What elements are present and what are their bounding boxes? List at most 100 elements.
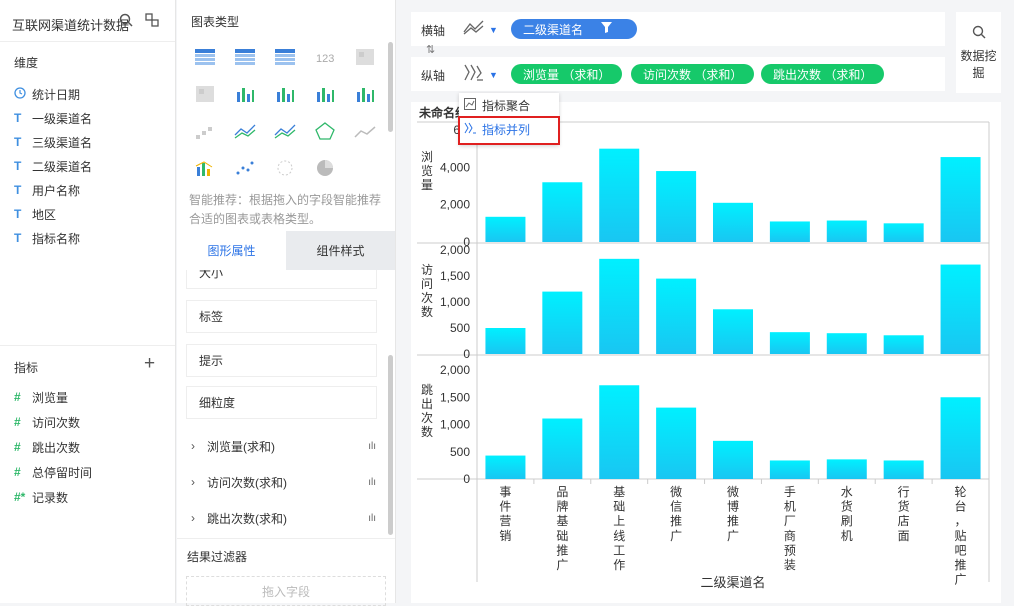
number-type-icon: #* xyxy=(14,490,26,504)
grouped-bar-icon[interactable] xyxy=(274,84,296,104)
smart-hint: 智能推荐：根据拖入的字段智能推荐合适的图表或表格类型。 xyxy=(189,193,382,226)
y-field-pill-bounces[interactable]: 跳出次数 （求和） xyxy=(761,64,885,84)
bar[interactable] xyxy=(826,459,867,479)
measure-row-visits[interactable]: › 访问次数(求和) ılı xyxy=(191,472,376,492)
data-mining-button[interactable]: 数据挖掘 xyxy=(956,12,1001,93)
area-line-icon[interactable] xyxy=(274,121,296,141)
pie-icon[interactable] xyxy=(314,158,336,178)
gallery-scrollbar[interactable] xyxy=(388,42,393,132)
bar[interactable] xyxy=(713,440,753,479)
bar[interactable] xyxy=(883,460,924,479)
combo-icon[interactable] xyxy=(194,158,216,178)
measure-item[interactable]: # 总停留时间 xyxy=(14,463,92,481)
bar[interactable] xyxy=(940,157,981,242)
bar[interactable] xyxy=(656,407,697,479)
table-icon[interactable] xyxy=(194,47,216,67)
prop-granularity[interactable]: 细粒度 xyxy=(186,386,377,419)
bubble-icon[interactable] xyxy=(274,158,296,178)
parallel-measures-icon[interactable] xyxy=(463,64,485,87)
y-field-pill-pv[interactable]: 浏览量 （求和） xyxy=(511,64,623,84)
prop-size[interactable]: 大小 xyxy=(186,270,377,289)
step-icon[interactable] xyxy=(194,121,216,141)
waterfall-icon[interactable] xyxy=(354,84,376,104)
filter-drop-zone[interactable]: 拖入字段 xyxy=(186,576,386,606)
bar[interactable] xyxy=(485,455,526,479)
bar[interactable] xyxy=(599,385,640,479)
dimension-label: 二级渠道名 xyxy=(32,159,93,174)
menu-item-aggregate[interactable]: 指标聚合 xyxy=(464,95,530,115)
bar[interactable] xyxy=(599,258,640,354)
clock-icon xyxy=(14,86,32,102)
y-tick-label: 1,500 xyxy=(440,390,470,404)
tab-component-style[interactable]: 组件样式 xyxy=(286,231,395,270)
magnifier-icon xyxy=(972,25,986,42)
bar[interactable] xyxy=(940,264,981,354)
switch-icon[interactable] xyxy=(145,13,159,30)
x-tick-label: 推 xyxy=(727,514,739,528)
measure-item[interactable]: # 跳出次数 xyxy=(14,438,80,456)
measure-item[interactable]: # 访问次数 xyxy=(14,413,80,431)
property-scrollbar[interactable] xyxy=(388,355,393,535)
scatter-heat-icon[interactable] xyxy=(194,84,216,104)
bar[interactable] xyxy=(883,335,924,354)
bar[interactable] xyxy=(656,278,697,354)
line-icon[interactable] xyxy=(234,121,256,141)
scatter-icon[interactable] xyxy=(234,158,256,178)
y-axis-title-char: 数 xyxy=(421,304,433,319)
chevron-down-icon[interactable]: ▼ xyxy=(489,70,498,80)
area-icon[interactable] xyxy=(354,121,376,141)
dimension-item[interactable]: T 用户名称 xyxy=(14,181,80,199)
x-field-pill[interactable]: 二级渠道名 xyxy=(511,19,637,39)
bar[interactable] xyxy=(485,328,526,354)
filter-icon[interactable] xyxy=(601,22,613,36)
radar-icon[interactable] xyxy=(314,121,336,141)
prop-tooltip[interactable]: 提示 xyxy=(186,344,377,377)
x-tick-label: 线 xyxy=(613,529,625,543)
measure-label: 浏览量 xyxy=(32,390,69,405)
add-measure-button[interactable]: + xyxy=(144,353,155,375)
bar[interactable] xyxy=(713,202,753,242)
bar[interactable] xyxy=(542,418,583,479)
bar[interactable] xyxy=(883,223,924,242)
bar[interactable] xyxy=(542,182,583,242)
bar[interactable] xyxy=(826,333,867,354)
x-tick-label: 品 xyxy=(556,485,568,499)
bar[interactable] xyxy=(769,460,810,479)
search-icon[interactable] xyxy=(119,13,133,30)
dimension-item[interactable]: T 二级渠道名 xyxy=(14,157,92,175)
prop-label[interactable]: 标签 xyxy=(186,300,377,333)
measure-item[interactable]: # 浏览量 xyxy=(14,388,68,406)
dimension-item[interactable]: T 一级渠道名 xyxy=(14,109,92,127)
crosstab-icon[interactable] xyxy=(234,47,256,67)
bar[interactable] xyxy=(826,220,867,242)
y-field-pill-visits[interactable]: 访问次数 （求和） xyxy=(631,64,755,84)
dimension-item[interactable]: T 指标名称 xyxy=(14,229,80,247)
stacked-bar-icon[interactable] xyxy=(234,84,256,104)
measure-row-bounces[interactable]: › 跳出次数(求和) ılı xyxy=(191,508,376,528)
line-chart-icon[interactable] xyxy=(463,19,485,40)
bar[interactable] xyxy=(713,309,753,354)
chevron-right-icon: › xyxy=(191,511,195,525)
bar[interactable] xyxy=(656,171,697,242)
detail-table-icon[interactable] xyxy=(274,47,296,67)
x-tick-label: 水 xyxy=(841,485,853,499)
highlight-box xyxy=(458,116,560,145)
bar[interactable] xyxy=(769,221,810,242)
heatmap-table-icon[interactable] xyxy=(354,47,376,67)
measure-row-pv[interactable]: › 浏览量(求和) ılı xyxy=(191,436,376,456)
kpi-icon[interactable]: 123 xyxy=(314,47,336,67)
bar[interactable] xyxy=(940,397,981,479)
bar[interactable] xyxy=(485,216,526,242)
y-axis-title-char: 访 xyxy=(421,263,433,277)
dimension-item[interactable]: 统计日期 xyxy=(14,85,80,103)
bar[interactable] xyxy=(542,291,583,354)
tab-graph-properties[interactable]: 图形属性 xyxy=(177,231,286,270)
chevron-down-icon[interactable]: ▼ xyxy=(489,25,498,35)
bar[interactable] xyxy=(599,148,640,242)
dimension-item[interactable]: T 地区 xyxy=(14,205,56,223)
swap-axes-icon[interactable]: ⇅ xyxy=(426,43,435,56)
multi-bar-icon[interactable] xyxy=(314,84,336,104)
measure-item[interactable]: #* 记录数 xyxy=(14,488,68,506)
bar[interactable] xyxy=(769,332,810,354)
dimension-item[interactable]: T 三级渠道名 xyxy=(14,133,92,151)
